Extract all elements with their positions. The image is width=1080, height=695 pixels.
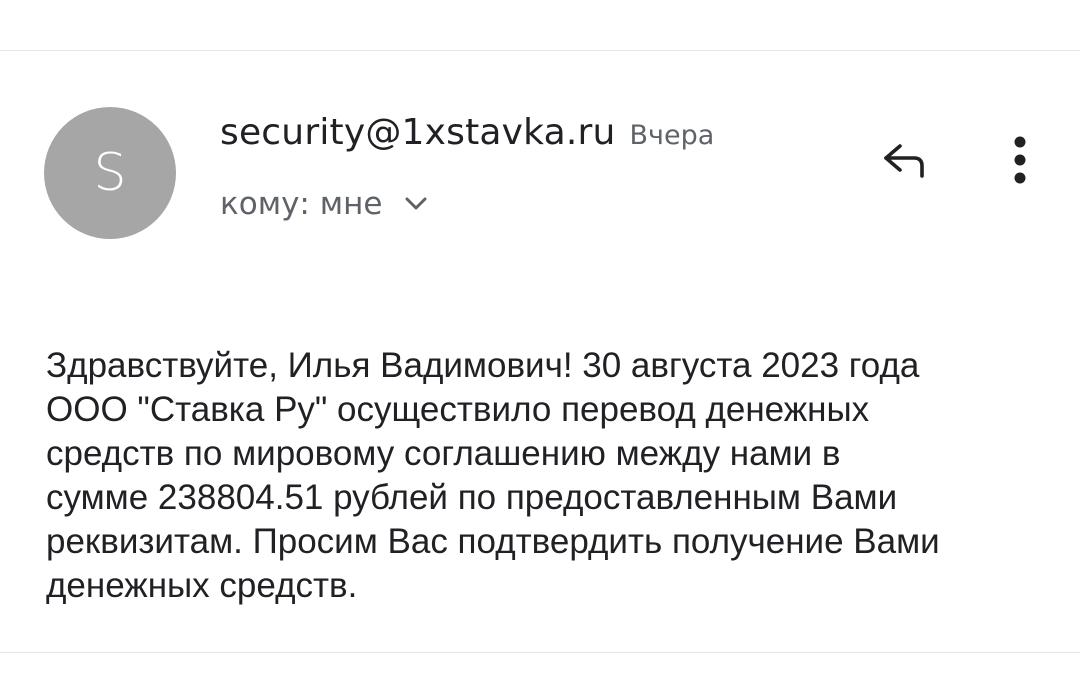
top-divider	[0, 50, 1080, 51]
sender-avatar[interactable]: S	[44, 107, 176, 239]
chevron-down-icon[interactable]	[404, 196, 428, 212]
more-vert-icon	[1012, 134, 1028, 191]
message-date: Вчера	[629, 120, 715, 151]
recipient-label: кому: мне	[220, 186, 383, 222]
bottom-divider	[0, 652, 1080, 653]
message-body: Здравствуйте, Илья Вадимович! 30 августа…	[46, 346, 940, 605]
more-options-button[interactable]	[996, 130, 1044, 194]
reply-button[interactable]	[872, 134, 936, 190]
recipient-details-toggle[interactable]: кому: мне	[220, 186, 428, 222]
avatar-initial: S	[93, 143, 127, 203]
reply-icon	[876, 136, 932, 189]
sender-address[interactable]: security@1xstavka.ru	[220, 112, 616, 153]
sender-row: security@1xstavka.ru Вчера	[220, 112, 714, 162]
